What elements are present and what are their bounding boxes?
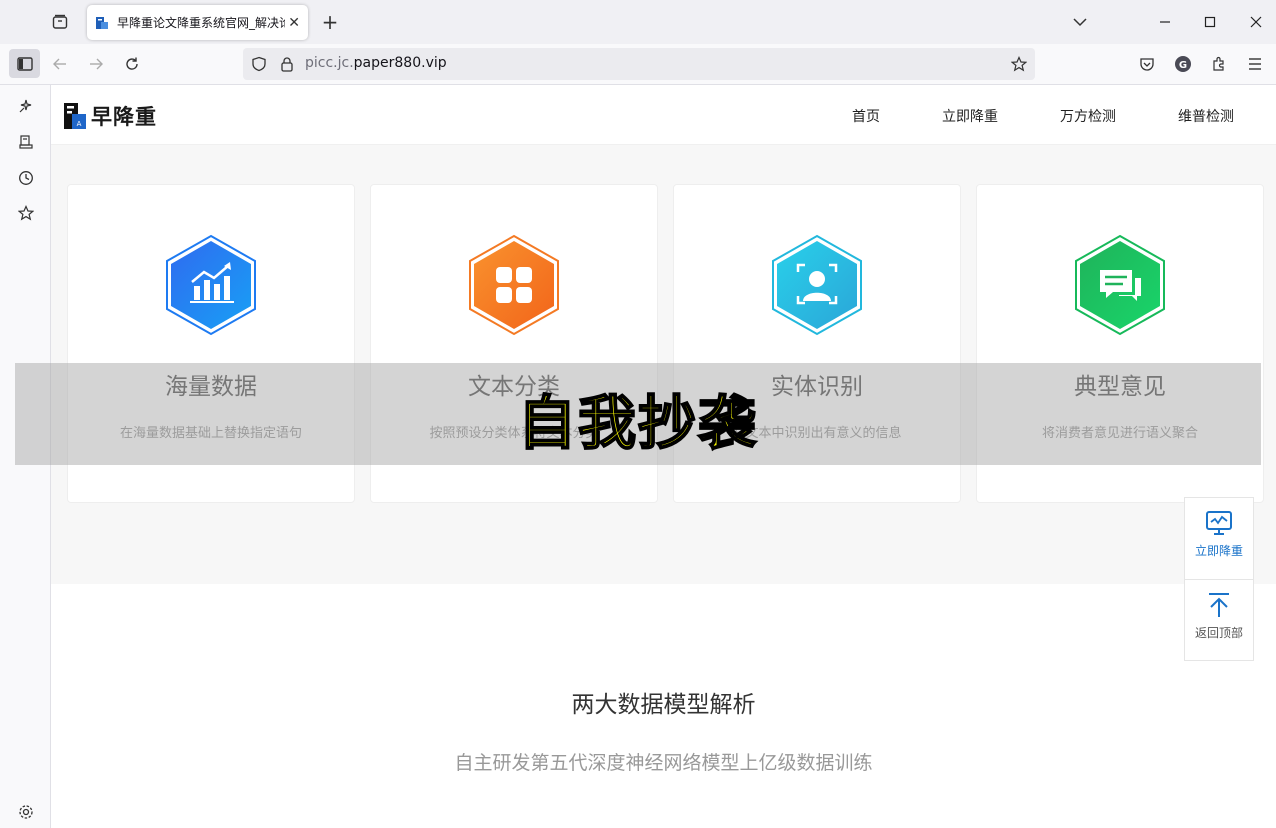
browser-tab-bar: 早降重论文降重系统官网_解决论文 ✕ + <box>0 0 1276 44</box>
bookmarks-icon[interactable] <box>14 201 38 225</box>
tab-title: 早降重论文降重系统官网_解决论文 <box>117 16 285 30</box>
browser-nav-bar: picc.jc.paper880.vip G <box>0 44 1276 85</box>
arrow-up-icon <box>1204 590 1234 620</box>
caption-overlay-text: 自我抄袭 <box>517 388 759 458</box>
forward-icon[interactable] <box>84 52 108 76</box>
monitor-icon <box>1204 508 1234 538</box>
nav-wanfang-check[interactable]: 万方检测 <box>1060 106 1116 126</box>
url-host: paper880.vip <box>353 55 447 71</box>
grid-icon <box>469 234 559 336</box>
new-tab-icon[interactable]: + <box>318 10 342 34</box>
sidebar-toggle-icon[interactable] <box>9 49 40 78</box>
section-subtitle: 自主研发第五代深度神经网络模型上亿级数据训练 <box>454 752 873 774</box>
site-header: A 早降重 首页 立即降重 万方检测 维普检测 <box>51 85 1276 145</box>
back-to-top-button[interactable]: 返回顶部 <box>1185 580 1253 661</box>
svg-text:G: G <box>1179 60 1187 71</box>
float-reduce-label: 立即降重 <box>1194 544 1243 558</box>
nav-reduce-now[interactable]: 立即降重 <box>942 106 998 126</box>
firefox-view-icon[interactable] <box>46 8 74 36</box>
ai-chatbot-icon[interactable] <box>14 94 38 118</box>
maximize-icon[interactable] <box>1200 12 1220 32</box>
nav-home[interactable]: 首页 <box>852 106 880 126</box>
active-tab[interactable]: 早降重论文降重系统官网_解决论文 ✕ <box>87 5 308 40</box>
pocket-icon[interactable] <box>1135 52 1159 76</box>
logo-mark-icon: A <box>64 103 86 129</box>
site-logo[interactable]: A 早降重 <box>63 101 157 131</box>
url-bar[interactable]: picc.jc.paper880.vip <box>243 48 1035 80</box>
url-host-dim: picc.jc. <box>305 55 354 71</box>
lock-icon[interactable] <box>275 52 299 76</box>
settings-gear-icon[interactable] <box>14 800 38 824</box>
back-to-top-label: 返回顶部 <box>1194 626 1243 640</box>
float-reduce-now-button[interactable]: 立即降重 <box>1185 498 1253 579</box>
synced-tabs-icon[interactable] <box>14 130 38 154</box>
logo-text: 早降重 <box>91 105 157 129</box>
svg-text:A: A <box>77 120 82 128</box>
nav-weipu-check[interactable]: 维普检测 <box>1178 106 1234 126</box>
chart-icon <box>166 234 256 336</box>
close-window-icon[interactable] <box>1246 12 1266 32</box>
tracking-protection-icon[interactable] <box>247 52 271 76</box>
tab-close-icon[interactable]: ✕ <box>288 15 300 31</box>
list-all-tabs-icon[interactable] <box>1069 12 1091 32</box>
chat-icon <box>1075 234 1165 336</box>
section-title: 两大数据模型解析 <box>571 692 756 718</box>
extensions-icon[interactable] <box>1207 52 1231 76</box>
back-icon[interactable] <box>48 52 72 76</box>
menu-icon[interactable] <box>1243 52 1267 76</box>
history-icon[interactable] <box>14 166 38 190</box>
bookmark-star-icon[interactable] <box>1007 52 1031 76</box>
account-avatar-icon[interactable]: G <box>1171 52 1195 76</box>
face-scan-icon <box>772 234 862 336</box>
minimize-icon[interactable] <box>1155 12 1175 32</box>
url-text[interactable]: picc.jc.paper880.vip <box>305 55 447 71</box>
site-favicon-icon <box>96 16 108 29</box>
floating-action-panel: 立即降重 返回顶部 <box>1184 497 1254 661</box>
reload-icon[interactable] <box>120 52 144 76</box>
